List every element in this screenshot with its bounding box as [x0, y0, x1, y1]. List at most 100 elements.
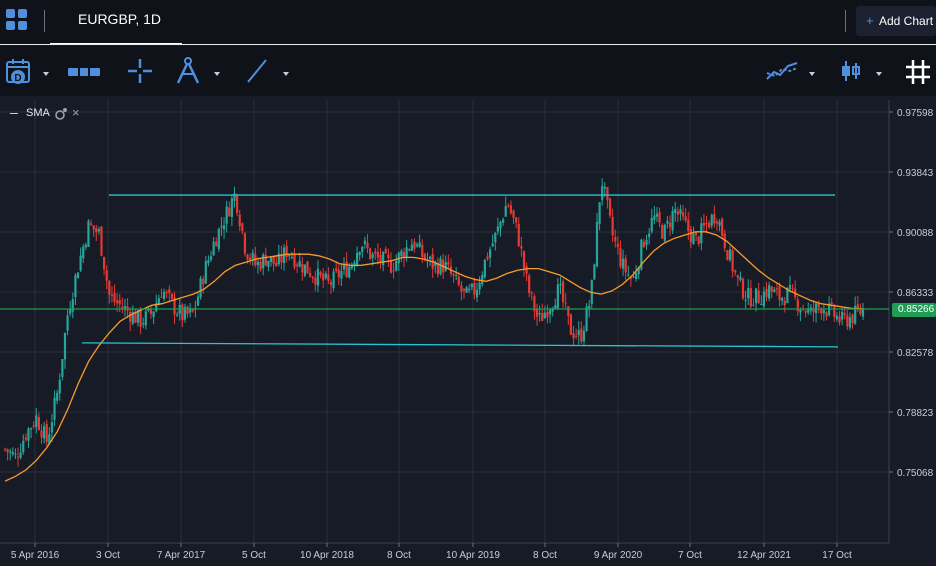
- candle-body: [324, 273, 327, 279]
- candle-body: [118, 299, 121, 305]
- candle-body: [520, 246, 523, 249]
- layout-grid-icon[interactable]: [6, 9, 28, 31]
- candle-body: [825, 312, 828, 317]
- candle-body: [19, 452, 22, 458]
- candle-body: [507, 205, 510, 207]
- chevron-down-icon[interactable]: [876, 72, 882, 76]
- candle-body: [841, 311, 844, 320]
- chevron-down-icon[interactable]: [809, 72, 815, 76]
- candle-body: [6, 449, 9, 453]
- candle-body: [799, 310, 802, 313]
- candle-body: [366, 242, 369, 249]
- candle-body: [37, 417, 41, 430]
- candle-body: [734, 270, 737, 273]
- candle-body: [679, 209, 682, 214]
- candle-body: [460, 285, 463, 292]
- candlestick-type-icon[interactable]: [840, 59, 862, 89]
- y-tick-label: 0.97598: [897, 108, 934, 119]
- candle-body: [671, 210, 674, 231]
- candle-body: [444, 262, 447, 271]
- candle-body: [371, 253, 374, 259]
- candle-body: [457, 276, 460, 285]
- candle-body: [616, 243, 619, 248]
- candle-body: [415, 244, 419, 247]
- candle-body: [66, 315, 69, 331]
- candle-body: [29, 428, 33, 430]
- candle-body: [298, 260, 301, 267]
- x-tick-label: 7 Apr 2017: [157, 550, 206, 561]
- candle-body: [89, 223, 93, 225]
- candle-body: [56, 392, 59, 401]
- chevron-down-icon[interactable]: [214, 72, 220, 76]
- candle-body: [374, 251, 377, 254]
- candle-body: [569, 314, 573, 335]
- close-icon[interactable]: ×: [72, 105, 80, 120]
- candle-body: [525, 266, 528, 274]
- candle-body: [168, 289, 171, 294]
- candle-body: [11, 452, 14, 455]
- candle-body: [149, 309, 153, 314]
- candle-body: [262, 254, 265, 269]
- candle-body: [129, 311, 132, 322]
- chevron-down-icon[interactable]: [43, 72, 49, 76]
- candle-body: [243, 233, 247, 254]
- candle-body: [775, 288, 779, 290]
- candle-body: [721, 218, 724, 236]
- candle-body: [535, 309, 539, 317]
- add-chart-button[interactable]: + Add Chart: [856, 6, 936, 36]
- candle-body: [309, 272, 312, 277]
- candle-body: [387, 254, 390, 259]
- candle-body: [684, 216, 687, 221]
- candle-body: [69, 309, 72, 314]
- price-chart[interactable]: 0.97598 0.93843 0.90088 0.86333 0.82578 0.788…: [0, 100, 936, 566]
- tab-eurgbp-1d[interactable]: EURGBP, 1D: [50, 0, 182, 45]
- candle-body: [648, 233, 651, 238]
- chevron-down-icon[interactable]: [283, 72, 289, 76]
- candle-body: [838, 316, 841, 323]
- candle-body: [627, 274, 630, 276]
- candle-body: [606, 187, 609, 201]
- grid-icon[interactable]: [905, 59, 931, 89]
- crosshair-icon[interactable]: [127, 58, 153, 88]
- candle-body: [199, 278, 202, 298]
- candle-body: [405, 247, 408, 259]
- candle-body: [290, 257, 293, 259]
- candle-body: [369, 248, 372, 260]
- candle-body: [142, 323, 145, 325]
- candle-body: [486, 256, 489, 260]
- candle-body: [470, 283, 473, 288]
- candle-body: [504, 205, 507, 217]
- range-bar-icon[interactable]: [67, 64, 101, 94]
- y-tick-label: 0.78823: [897, 408, 934, 419]
- candle-body: [293, 253, 296, 268]
- candle-body: [502, 219, 505, 223]
- candle-body: [95, 228, 98, 233]
- candle-body: [778, 286, 781, 300]
- candle-body: [108, 281, 111, 295]
- trend-line-icon[interactable]: [245, 58, 269, 88]
- candle-body: [754, 288, 758, 304]
- candle-body: [663, 224, 666, 241]
- candle-body: [548, 309, 552, 315]
- x-tick-label: 5 Apr 2016: [11, 550, 60, 561]
- lower-channel-line[interactable]: [81, 342, 839, 348]
- candle-body: [319, 271, 322, 276]
- settings-icon[interactable]: [54, 107, 68, 121]
- candle-body: [475, 289, 479, 298]
- candle-body: [233, 193, 236, 201]
- candle-body: [726, 250, 729, 261]
- candle-body: [731, 249, 734, 272]
- candle-body: [340, 270, 343, 279]
- candle-body: [814, 303, 818, 314]
- candle-body: [306, 261, 309, 274]
- tab-label: EURGBP, 1D: [78, 11, 161, 27]
- candles: [3, 178, 865, 467]
- candle-body: [267, 260, 270, 267]
- calendar-date-icon[interactable]: D: [5, 58, 35, 88]
- candle-body: [538, 313, 541, 315]
- candle-body: [84, 244, 87, 248]
- candle-body: [100, 226, 103, 256]
- indicators-icon[interactable]: [766, 60, 798, 90]
- candle-body: [765, 288, 768, 298]
- compass-drawing-icon[interactable]: [174, 57, 202, 87]
